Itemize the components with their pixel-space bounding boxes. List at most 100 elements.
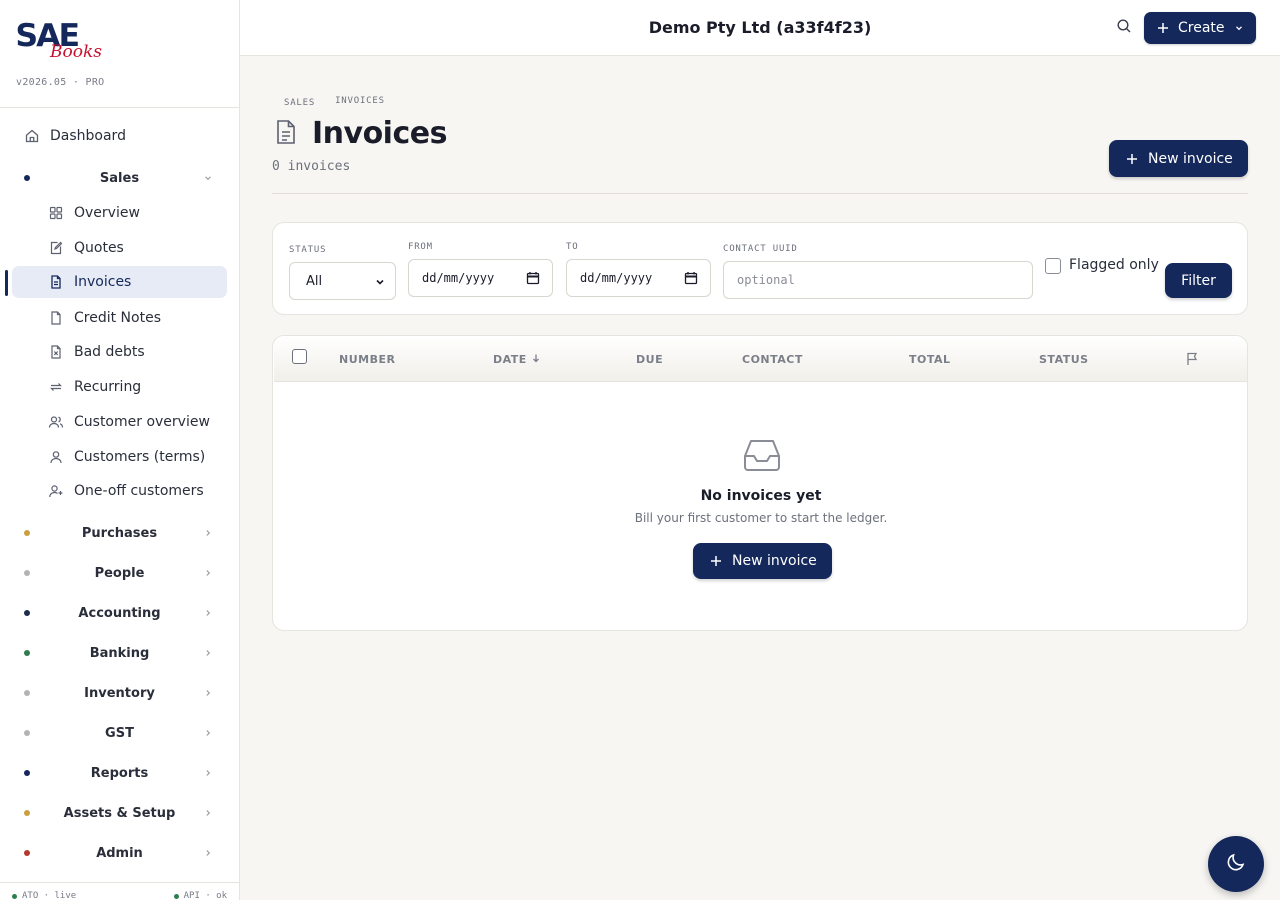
empty-new-invoice-button[interactable]: New invoice bbox=[693, 543, 832, 579]
arrow-down-icon bbox=[531, 353, 541, 366]
sidebar-item-dashboard[interactable]: Dashboard bbox=[12, 120, 227, 152]
sidebar-item-label: Quotes bbox=[74, 240, 124, 256]
from-date-label: FROM bbox=[408, 242, 433, 252]
group-dot bbox=[24, 610, 30, 616]
flagged-only-label[interactable]: Flagged only bbox=[1069, 257, 1159, 273]
moon-icon bbox=[1225, 851, 1247, 877]
sidebar-group-reports[interactable]: Reports bbox=[12, 757, 227, 789]
chevron-right-icon bbox=[203, 728, 213, 738]
sidebar-item-label: Recurring bbox=[74, 379, 142, 395]
sidebar-group-people[interactable]: People bbox=[12, 557, 227, 589]
from-date-input[interactable]: dd/mm/yyyy bbox=[408, 259, 553, 297]
column-date[interactable]: DATE bbox=[493, 353, 541, 366]
sidebar-group-gst[interactable]: GST bbox=[12, 717, 227, 749]
column-total[interactable]: TOTAL bbox=[909, 353, 951, 366]
brand-area: SAE Books v2026.05 · PRO bbox=[0, 0, 239, 108]
plus-icon bbox=[710, 555, 722, 567]
chevron-right-icon bbox=[203, 688, 213, 698]
sidebar-item-quotes[interactable]: Quotes bbox=[12, 232, 227, 264]
theme-toggle-button[interactable] bbox=[1208, 836, 1264, 892]
table-header: NUMBER DATE DUE CONTACT TOTAL STATUS bbox=[274, 336, 1247, 382]
sidebar-item-label: Customers (terms) bbox=[74, 449, 206, 465]
sidebar-group-banking[interactable]: Banking bbox=[12, 637, 227, 669]
filter-panel: STATUS All FROM dd/mm/yyyy TO dd/mm/yyyy… bbox=[272, 222, 1248, 315]
chevron-right-icon bbox=[203, 648, 213, 658]
page-header: Invoices bbox=[274, 116, 447, 151]
topbar: Demo Pty Ltd (a33f4f23) Create bbox=[240, 0, 1280, 56]
chevron-right-icon bbox=[203, 768, 213, 778]
column-label: TOTAL bbox=[909, 353, 951, 366]
empty-state-title: No invoices yet bbox=[700, 488, 822, 504]
sidebar-item-credit-notes[interactable]: Credit Notes bbox=[12, 302, 227, 334]
filter-button[interactable]: Filter bbox=[1165, 263, 1232, 298]
app-logo[interactable]: SAE Books bbox=[15, 18, 116, 66]
ato-status-text: ATO · live bbox=[22, 891, 77, 900]
sidebar-item-invoices[interactable]: Invoices bbox=[12, 266, 227, 298]
chevron-right-icon bbox=[203, 848, 213, 858]
column-number[interactable]: NUMBER bbox=[339, 353, 395, 366]
flagged-only-checkbox[interactable] bbox=[1045, 258, 1061, 274]
sidebar-item-recurring[interactable]: Recurring bbox=[12, 371, 227, 403]
invoice-table: NUMBER DATE DUE CONTACT TOTAL STATUS No … bbox=[272, 335, 1248, 631]
contact-uuid-input[interactable]: optional bbox=[723, 261, 1033, 299]
new-invoice-label: New invoice bbox=[1148, 150, 1233, 167]
breadcrumb: SALES INVOICES bbox=[284, 96, 385, 108]
page-title: Invoices bbox=[312, 116, 447, 151]
group-dot bbox=[24, 730, 30, 736]
search-button[interactable] bbox=[1114, 18, 1134, 38]
sidebar-item-label: Overview bbox=[74, 205, 140, 221]
group-dot bbox=[24, 530, 30, 536]
group-label: Banking bbox=[89, 645, 150, 661]
calendar-icon[interactable] bbox=[684, 271, 698, 285]
sidebar-item-customer-overview[interactable]: Customer overview bbox=[12, 406, 227, 438]
column-status[interactable]: STATUS bbox=[1039, 353, 1089, 366]
document-icon bbox=[48, 274, 64, 290]
breadcrumb-item[interactable]: SALES bbox=[284, 98, 315, 108]
sidebar-group-assets-setup[interactable]: Assets & Setup bbox=[12, 797, 227, 829]
document-icon bbox=[48, 310, 64, 326]
column-label: STATUS bbox=[1039, 353, 1089, 366]
invoice-count: 0 invoices bbox=[272, 159, 351, 174]
select-all-checkbox[interactable] bbox=[292, 349, 307, 364]
group-label: GST bbox=[105, 725, 134, 741]
sidebar-item-customers-terms[interactable]: Customers (terms) bbox=[12, 441, 227, 473]
breadcrumb-item: INVOICES bbox=[335, 96, 385, 106]
app-version: v2026.05 · PRO bbox=[16, 77, 105, 88]
group-label: Inventory bbox=[84, 685, 155, 701]
column-due[interactable]: DUE bbox=[636, 353, 663, 366]
create-button[interactable]: Create bbox=[1144, 12, 1256, 44]
sidebar-item-label: Customer overview bbox=[74, 414, 210, 430]
flag-icon[interactable] bbox=[1185, 352, 1199, 366]
column-label: NUMBER bbox=[339, 353, 396, 366]
group-label: Assets & Setup bbox=[63, 805, 176, 821]
status-select-value: All bbox=[306, 273, 323, 289]
sidebar-item-one-off-customers[interactable]: One-off customers bbox=[12, 475, 227, 507]
status-select[interactable]: All bbox=[289, 262, 396, 300]
edit-doc-icon bbox=[48, 240, 64, 256]
calendar-icon[interactable] bbox=[526, 271, 540, 285]
status-dot bbox=[12, 893, 17, 899]
sidebar-group-accounting[interactable]: Accounting bbox=[12, 597, 227, 629]
document-icon bbox=[274, 118, 298, 150]
sidebar-group-admin[interactable]: Admin bbox=[12, 837, 227, 869]
group-dot bbox=[24, 650, 30, 656]
group-label: Purchases bbox=[81, 525, 158, 541]
column-contact[interactable]: CONTACT bbox=[742, 353, 803, 366]
create-button-label: Create bbox=[1178, 20, 1225, 36]
to-date-input[interactable]: dd/mm/yyyy bbox=[566, 259, 711, 297]
api-status-text: API · ok bbox=[183, 891, 227, 900]
sidebar-item-bad-debts[interactable]: Bad debts bbox=[12, 336, 227, 368]
sidebar-item-label: Invoices bbox=[74, 274, 132, 290]
sidebar-group-inventory[interactable]: Inventory bbox=[12, 677, 227, 709]
contact-uuid-placeholder: optional bbox=[737, 273, 795, 287]
to-date-label: TO bbox=[566, 242, 579, 252]
chevron-down-icon bbox=[1234, 23, 1244, 33]
chevron-down-icon bbox=[203, 173, 213, 183]
sidebar-item-overview[interactable]: Overview bbox=[12, 197, 227, 229]
sidebar-group-sales[interactable]: Sales bbox=[12, 162, 227, 194]
new-invoice-button[interactable]: New invoice bbox=[1109, 140, 1248, 177]
plus-icon bbox=[1126, 153, 1138, 165]
sidebar-group-purchases[interactable]: Purchases bbox=[12, 517, 227, 549]
sidebar-footer: ATO · live API · ok bbox=[0, 882, 239, 900]
group-label: Admin bbox=[96, 845, 143, 861]
